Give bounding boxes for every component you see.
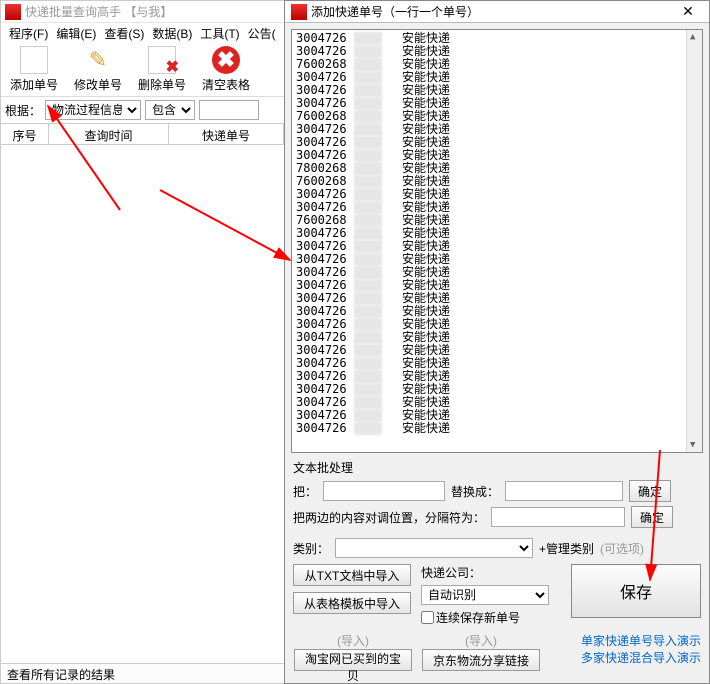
filter-value-input[interactable]: [199, 100, 259, 120]
grid-header: 序号 查询时间 快递单号: [1, 123, 284, 145]
import-hint-2: (导入): [421, 632, 541, 649]
tracking-textarea[interactable]: 300472696安能快递300472699安能快递760026841安能快递3…: [291, 29, 703, 453]
dialog-icon: [291, 4, 307, 20]
filter-bar: 根据： 物流过程信息 包含: [1, 97, 284, 123]
edit-tracking-button[interactable]: ✎ 修改单号: [73, 46, 123, 93]
swap-ok-button[interactable]: 确定: [631, 506, 673, 528]
dialog-close-button[interactable]: ✕: [673, 3, 703, 20]
manage-category-link[interactable]: +管理类别: [539, 540, 594, 557]
import-hint-1: (导入): [293, 632, 413, 649]
toolbar: 添加单号 ✎ 修改单号 ✖ 删除单号 ✖ 清空表格: [1, 43, 284, 97]
batch-panel: 文本批处理 把： 替换成： 确定 把两边的内容对调位置，分隔符为： 确定 类别：…: [293, 459, 701, 558]
company-select[interactable]: 自动识别: [421, 585, 549, 605]
col-seq[interactable]: 序号: [1, 124, 49, 144]
category-select[interactable]: [335, 538, 533, 558]
jd-import-button[interactable]: 京东物流分享链接: [422, 649, 540, 671]
keep-save-checkbox[interactable]: 连续保存新单号: [421, 609, 563, 626]
menu-tools[interactable]: 工具(T): [196, 23, 243, 44]
pencil-icon: ✎: [84, 46, 112, 74]
main-title: 快递批量查询高手 【与我】: [25, 3, 172, 20]
demo-single-link[interactable]: 单家快递单号导入演示: [581, 632, 701, 649]
filter-op-select[interactable]: 包含: [145, 100, 195, 120]
app-icon: [5, 4, 21, 20]
replace-ok-button[interactable]: 确定: [629, 480, 671, 502]
menu-view[interactable]: 查看(S): [100, 23, 148, 44]
red-x-circle-icon: ✖: [212, 46, 240, 74]
import-txt-button[interactable]: 从TXT文档中导入: [293, 564, 411, 586]
swap-label: 把两边的内容对调位置，分隔符为：: [293, 509, 485, 526]
status-text: 查看所有记录的结果: [7, 668, 115, 682]
bottom-area: 从TXT文档中导入 从表格模板中导入 快递公司： 自动识别 连续保存新单号 保存: [293, 564, 701, 626]
add-tracking-button[interactable]: 添加单号: [9, 46, 59, 93]
menu-edit[interactable]: 编辑(E): [52, 23, 100, 44]
dialog-title: 添加快递单号（一行一个单号）: [311, 3, 479, 20]
swap-delim-input[interactable]: [491, 507, 625, 527]
tracking-row: 30047268安能快递: [296, 422, 682, 435]
scrollbar[interactable]: [686, 30, 702, 452]
replace-to-input[interactable]: [505, 481, 623, 501]
save-button[interactable]: 保存: [571, 564, 701, 618]
import-template-button[interactable]: 从表格模板中导入: [293, 592, 411, 614]
main-window: 快递批量查询高手 【与我】 程序(F) 编辑(E) 查看(S) 数据(B) 工具…: [0, 0, 285, 684]
menu-data[interactable]: 数据(B): [148, 23, 196, 44]
page-icon: [20, 46, 48, 74]
status-bar: 查看所有记录的结果: [1, 663, 284, 683]
dialog-titlebar: 添加快递单号（一行一个单号） ✕: [285, 1, 709, 23]
replace-from-input[interactable]: [323, 481, 445, 501]
col-time[interactable]: 查询时间: [49, 124, 169, 144]
menu-notice[interactable]: 公告(: [244, 23, 280, 44]
grid-body[interactable]: [1, 145, 284, 635]
filter-field-select[interactable]: 物流过程信息: [45, 100, 141, 120]
batch-title: 文本批处理: [293, 459, 701, 476]
demo-multi-link[interactable]: 多家快递混合导入演示: [581, 649, 701, 666]
category-label: 类别：: [293, 540, 329, 557]
replace-to-label: 替换成：: [451, 483, 499, 500]
menubar: 程序(F) 编辑(E) 查看(S) 数据(B) 工具(T) 公告(: [1, 23, 284, 43]
delete-tracking-button[interactable]: ✖ 删除单号: [137, 46, 187, 93]
optional-hint: (可选项): [600, 540, 644, 557]
col-tracking[interactable]: 快递单号: [169, 124, 284, 144]
page-x-icon: ✖: [148, 46, 176, 74]
company-label: 快递公司：: [421, 564, 481, 581]
import-row: (导入) 淘宝网已买到的宝贝 (导入) 京东物流分享链接 单家快递单号导入演示 …: [293, 632, 701, 683]
menu-program[interactable]: 程序(F): [5, 23, 52, 44]
add-tracking-dialog: 添加快递单号（一行一个单号） ✕ 300472696安能快递300472699安…: [284, 0, 710, 684]
replace-from-label: 把：: [293, 483, 317, 500]
main-titlebar: 快递批量查询高手 【与我】: [1, 1, 284, 23]
taobao-import-button[interactable]: 淘宝网已买到的宝贝: [294, 649, 412, 671]
clear-table-button[interactable]: ✖ 清空表格: [201, 46, 251, 93]
filter-label: 根据：: [5, 102, 41, 119]
